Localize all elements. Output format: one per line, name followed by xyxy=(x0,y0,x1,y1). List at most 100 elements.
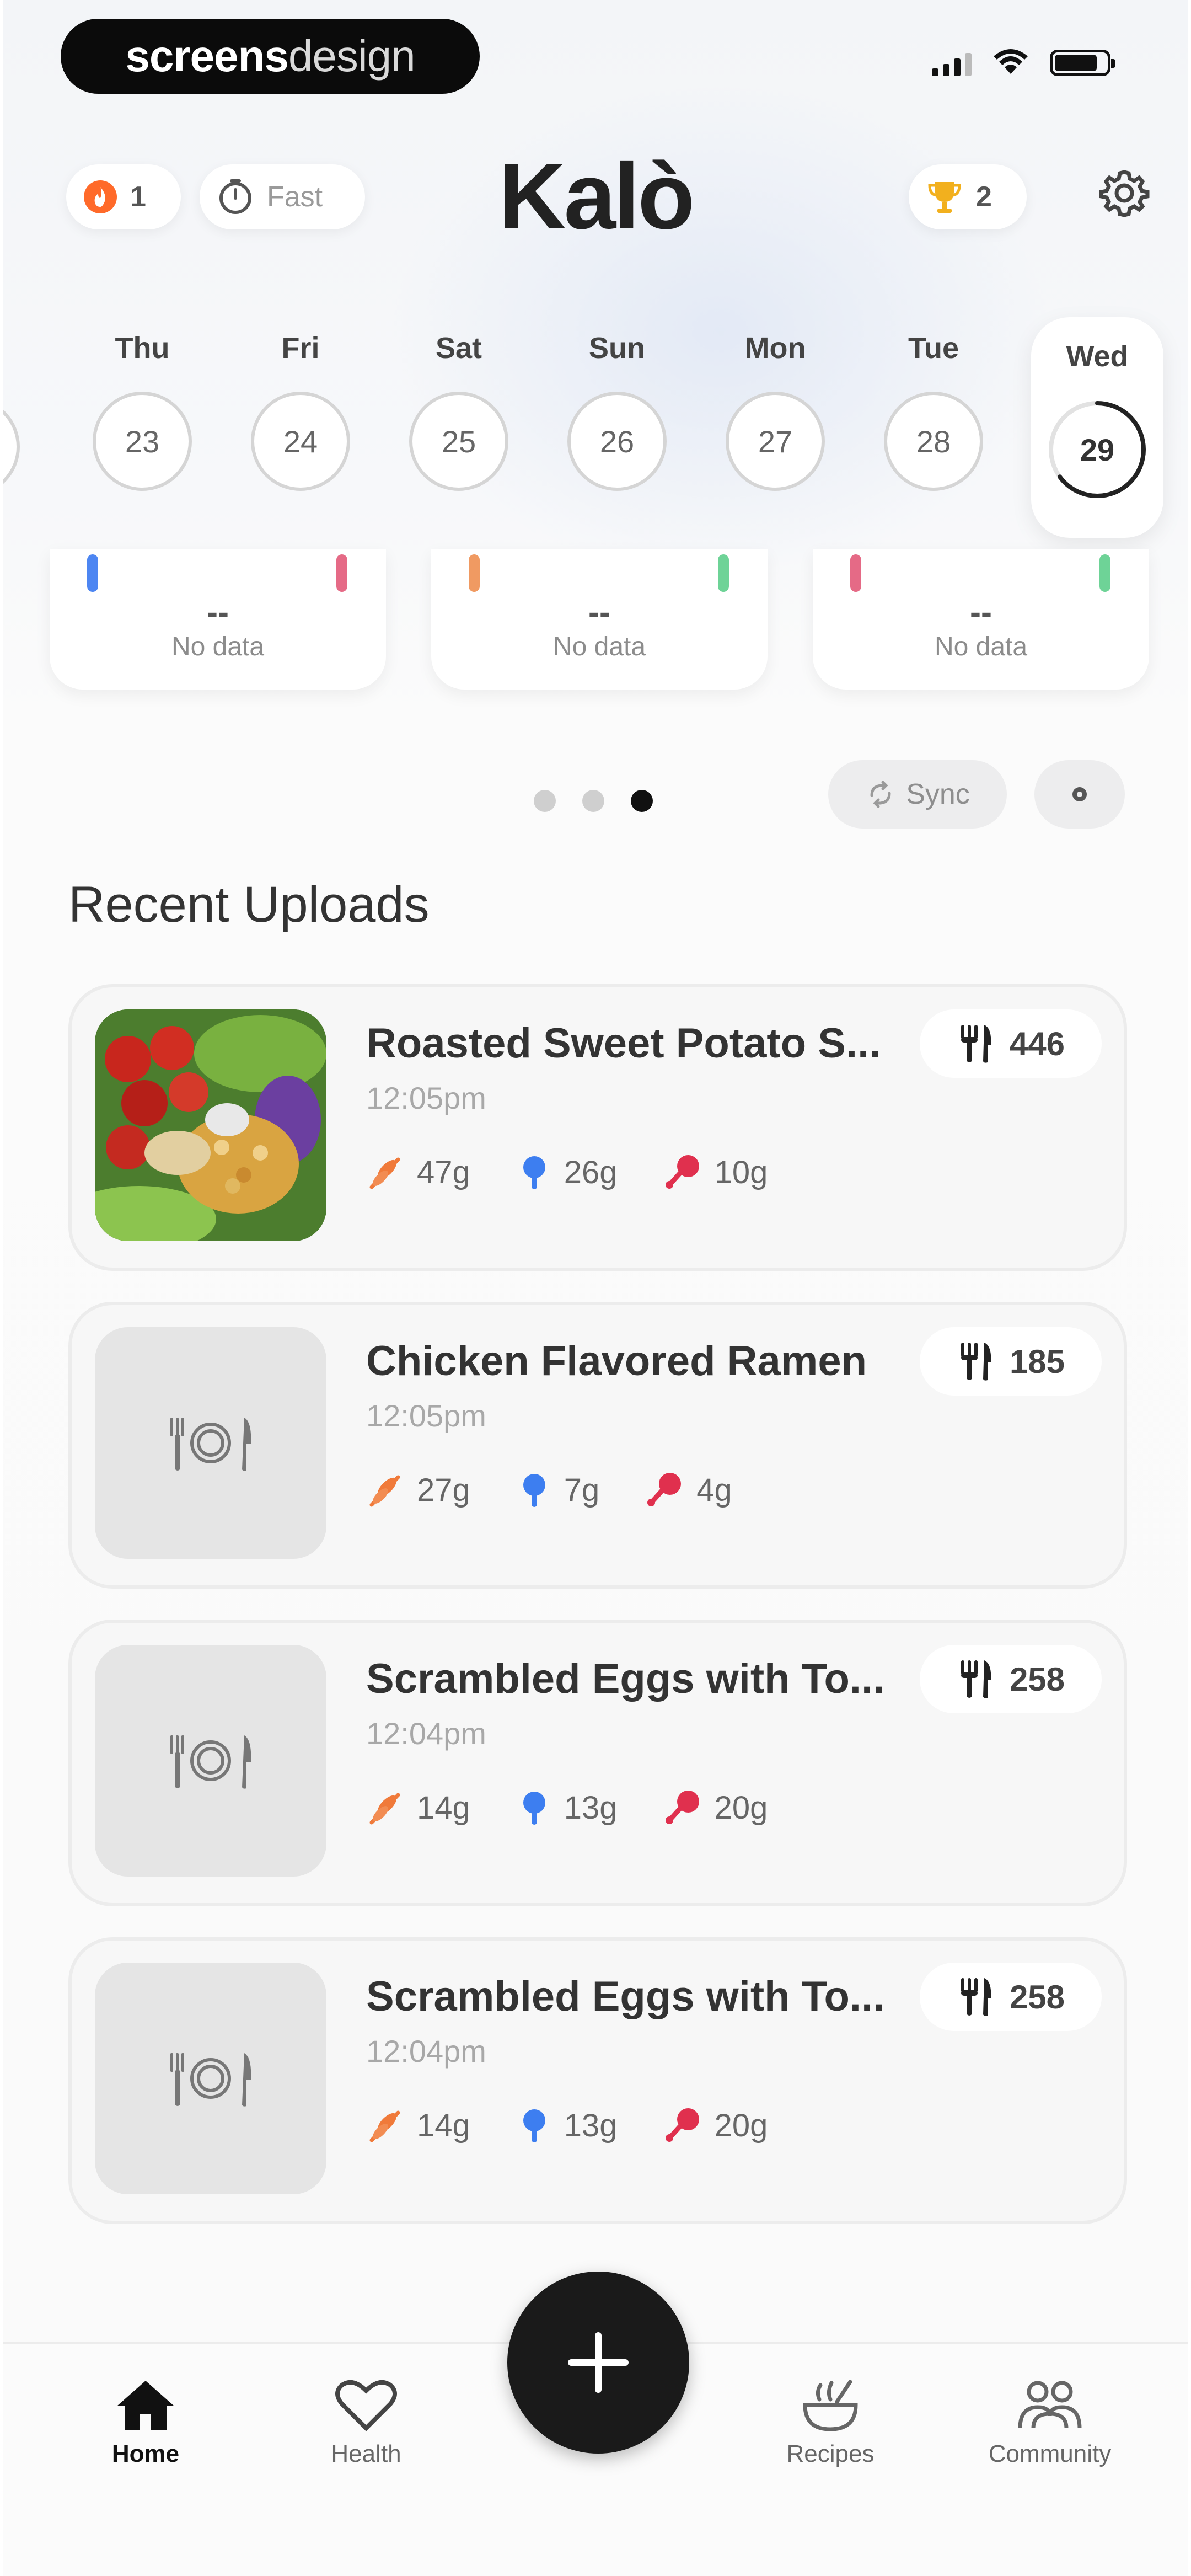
summary-value: -- xyxy=(970,594,992,630)
page-dot-active[interactable] xyxy=(631,790,653,812)
carbs-value: 47g xyxy=(417,1154,470,1190)
meal-card[interactable]: Scrambled Eggs with To... 12:04pm 14g 13… xyxy=(68,1937,1127,2224)
day-label: Wed xyxy=(1066,340,1129,373)
wheat-icon xyxy=(369,2110,400,2142)
meal-card[interactable]: Roasted Sweet Potato S... 12:05pm 47g 26… xyxy=(68,984,1127,1271)
day-thu[interactable]: Thu 23 xyxy=(79,309,206,519)
wheat-icon xyxy=(369,1157,400,1189)
home-icon xyxy=(117,2381,174,2430)
nav-home-label: Home xyxy=(111,2440,180,2467)
plate-cutlery-icon xyxy=(170,1418,251,1471)
fat-macro: 10g xyxy=(664,1153,768,1191)
carbs-value: 27g xyxy=(417,1472,470,1508)
watermark-part-1: screens xyxy=(125,31,288,81)
day-date: 26 xyxy=(567,392,667,491)
small-gear-icon xyxy=(1072,787,1087,801)
battery-icon xyxy=(1050,50,1115,76)
summary-label: No data xyxy=(934,632,1028,661)
day-mon[interactable]: Mon 27 xyxy=(712,309,839,519)
meal-placeholder xyxy=(95,1645,326,1877)
community-icon xyxy=(1018,2381,1082,2429)
wheat-icon xyxy=(369,1793,400,1825)
meal-name: Roasted Sweet Potato S... xyxy=(366,1020,881,1067)
summary-value: -- xyxy=(588,594,610,630)
day-label: Mon xyxy=(744,332,806,365)
app-screen: screens design 1 Fast Kalò 2 Thu 23 Fri … xyxy=(3,0,1188,2576)
trophy-count: 2 xyxy=(976,181,992,213)
fat-value: 20g xyxy=(714,1789,768,1826)
wheat-icon xyxy=(369,1475,400,1507)
day-fri[interactable]: Fri 24 xyxy=(237,309,364,519)
salad-photo-icon xyxy=(95,1009,326,1241)
day-sat[interactable]: Sat 25 xyxy=(395,309,522,519)
meal-card[interactable]: Scrambled Eggs with To... 12:04pm 14g 13… xyxy=(68,1620,1127,1906)
carbs-marker xyxy=(469,554,480,592)
page-dot[interactable] xyxy=(582,790,604,812)
meal-placeholder xyxy=(95,1327,326,1559)
summary-card-2[interactable]: -- No data xyxy=(431,549,768,690)
page-dot[interactable] xyxy=(534,790,556,812)
summary-card-1[interactable]: -- No data xyxy=(50,549,386,690)
calorie-badge: 446 xyxy=(920,1009,1102,1078)
drumstick-icon xyxy=(665,2108,699,2142)
sync-button[interactable]: Sync xyxy=(828,760,1007,829)
carbs-value: 14g xyxy=(417,2107,470,2144)
day-date: 24 xyxy=(251,392,350,491)
carbs-macro: 47g xyxy=(366,1153,470,1191)
fat-macro: 20g xyxy=(664,1788,768,1827)
macro-row: 14g 13g 20g xyxy=(366,2106,768,2145)
protein-value: 13g xyxy=(564,2107,618,2144)
fat-value: 10g xyxy=(714,1154,768,1190)
protein-drop-icon xyxy=(523,1474,545,1507)
nav-health[interactable]: Health xyxy=(294,2377,438,2468)
protein-macro: 13g xyxy=(517,1788,618,1827)
settings-button[interactable] xyxy=(1094,163,1155,223)
meal-name: Scrambled Eggs with To... xyxy=(366,1655,885,1702)
day-tue[interactable]: Tue 28 xyxy=(870,309,997,519)
screensdesign-watermark: screens design xyxy=(61,19,480,94)
trophy-pill[interactable]: 2 xyxy=(909,164,1027,229)
wifi-icon xyxy=(994,49,1028,74)
meal-card[interactable]: Chicken Flavored Ramen 12:05pm 27g 7g 4g… xyxy=(68,1302,1127,1589)
calorie-badge: 258 xyxy=(920,1963,1102,2031)
day-date-number: 29 xyxy=(1080,432,1115,467)
day-wed-selected[interactable]: Wed 29 xyxy=(1031,317,1163,538)
protein-drop-icon xyxy=(523,2109,545,2142)
drumstick-icon xyxy=(665,1155,699,1189)
carousel-page-indicator[interactable] xyxy=(534,790,653,812)
day-date: 29 xyxy=(1048,400,1147,499)
nav-community[interactable]: Community xyxy=(978,2377,1122,2468)
plus-icon xyxy=(568,2332,629,2393)
protein-drop-icon xyxy=(523,1792,545,1825)
add-button[interactable] xyxy=(507,2272,689,2454)
day-date: 28 xyxy=(884,392,983,491)
day-date: 25 xyxy=(409,392,508,491)
meal-placeholder xyxy=(95,1963,326,2194)
fat-value: 20g xyxy=(714,2107,768,2144)
day-sun[interactable]: Sun 26 xyxy=(554,309,680,519)
nav-recipes[interactable]: Recipes xyxy=(759,2377,902,2468)
protein-value: 13g xyxy=(564,1789,618,1826)
fat-macro: 4g xyxy=(646,1471,732,1509)
carbs-macro: 27g xyxy=(366,1471,470,1509)
nav-home[interactable]: Home xyxy=(74,2377,217,2468)
macro-row: 47g 26g 10g xyxy=(366,1153,768,1191)
watermark-part-2: design xyxy=(288,31,416,81)
calorie-value: 446 xyxy=(1009,1025,1065,1062)
gear-icon xyxy=(1099,170,1150,217)
calorie-value: 258 xyxy=(1009,1660,1065,1698)
summary-card-3[interactable]: -- No data xyxy=(813,549,1149,690)
options-button[interactable] xyxy=(1034,760,1125,829)
meal-time: 12:04pm xyxy=(366,1716,486,1751)
day-label: Sat xyxy=(435,332,482,365)
fat-value: 4g xyxy=(696,1472,732,1508)
day-label: Sun xyxy=(589,332,645,365)
drumstick-icon xyxy=(647,1473,682,1506)
protein-marker xyxy=(87,554,98,592)
plate-cutlery-icon xyxy=(170,1735,251,1789)
partial-day-circle[interactable] xyxy=(3,397,20,496)
fiber-marker xyxy=(718,554,729,592)
fork-knife-icon xyxy=(961,1343,991,1381)
heart-icon xyxy=(335,2380,397,2431)
sugar-marker xyxy=(850,554,861,592)
